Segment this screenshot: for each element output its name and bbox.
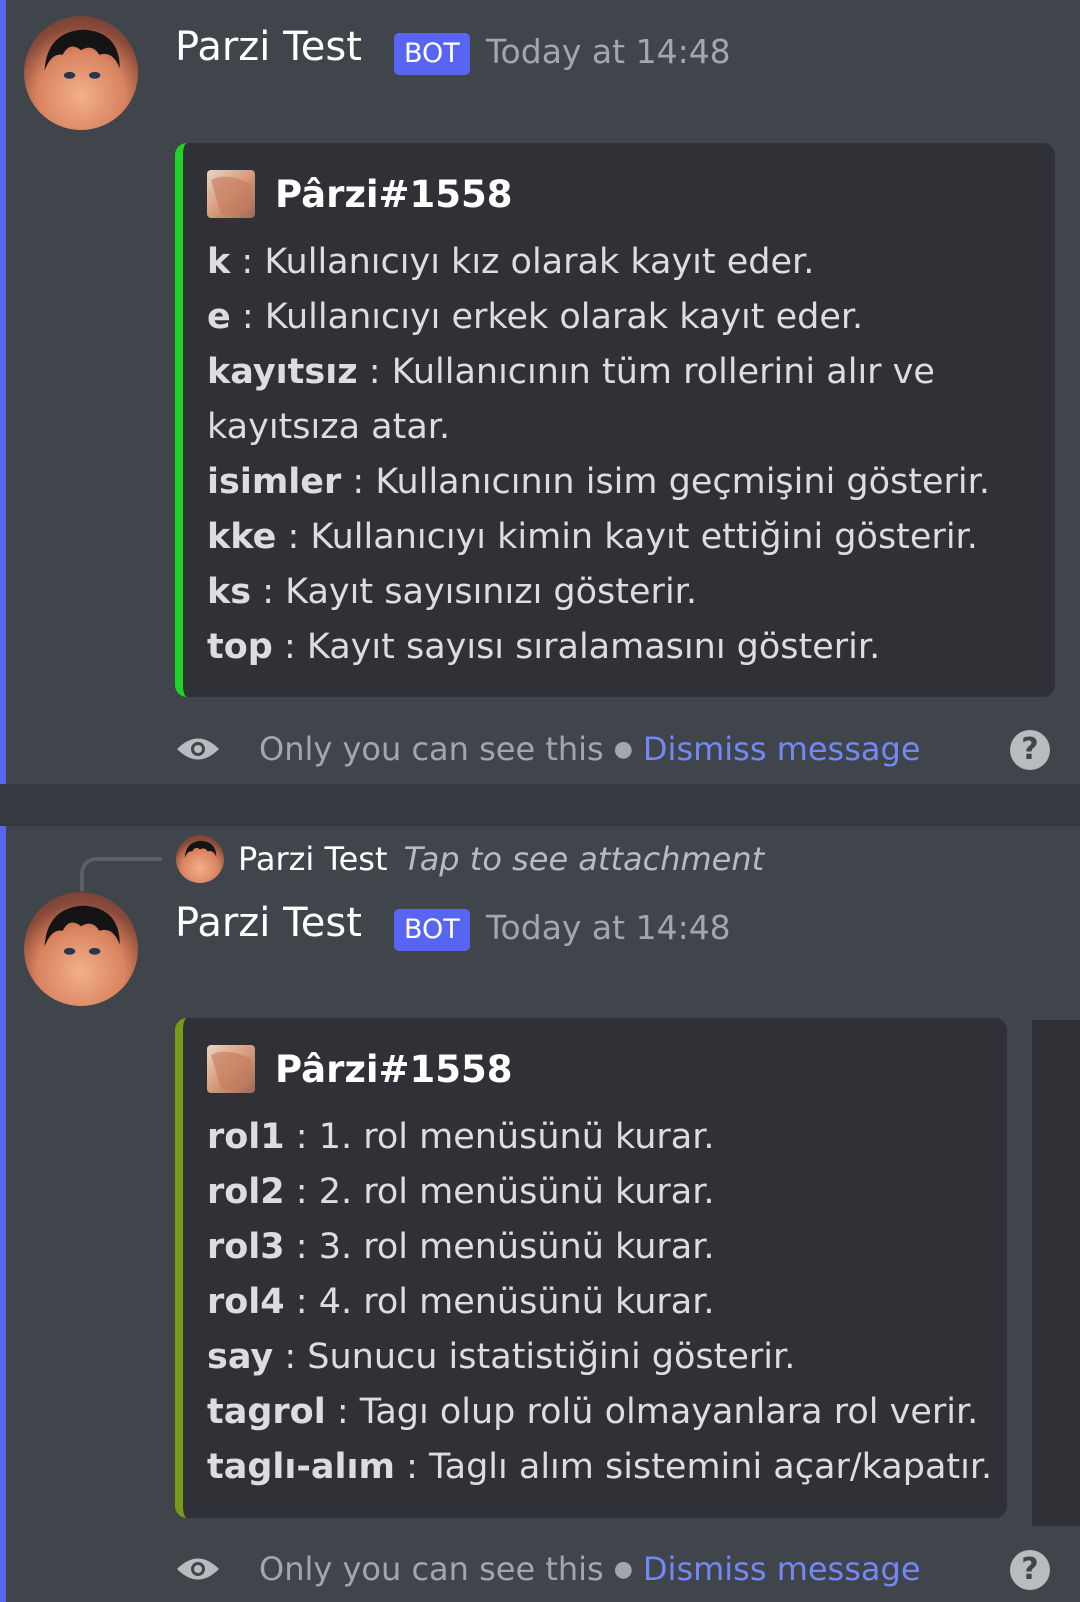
- command-name: ks: [207, 572, 252, 612]
- embed-line: isimler : Kullanıcının isim geçmişini gö…: [207, 455, 1035, 510]
- command-description: : 3. rol menüsünü kurar.: [284, 1227, 715, 1267]
- command-description: : 4. rol menüsünü kurar.: [284, 1282, 715, 1322]
- embed-line: e : Kullanıcıyı erkek olarak kayıt eder.: [207, 290, 1035, 345]
- command-description: : Taglı alım sistemini açar/kapatır.: [395, 1447, 993, 1487]
- command-name: say: [207, 1337, 274, 1377]
- embed-line: kayıtsıza atar.: [207, 400, 1035, 455]
- embed: Pârzi#1558 k : Kullanıcıyı kız olarak ka…: [175, 143, 1055, 697]
- command-description: : Kullanıcıyı kimin kayıt ettiğini göste…: [276, 517, 978, 557]
- command-description: : Kullanıcının isim geçmişini gösterir.: [341, 462, 990, 502]
- embed-line: k : Kullanıcıyı kız olarak kayıt eder.: [207, 235, 1035, 290]
- bot-tag: BOT: [394, 909, 470, 951]
- embed-line: rol3 : 3. rol menüsünü kurar.: [207, 1220, 987, 1275]
- command-name: rol2: [207, 1172, 285, 1212]
- reply-avatar: [176, 835, 224, 883]
- embed-author: Pârzi#1558: [207, 1044, 513, 1094]
- embed-line: say : Sunucu istatistiğini gösterir.: [207, 1330, 987, 1385]
- username[interactable]: Parzi Test: [175, 900, 362, 946]
- reply-attachment-text[interactable]: Tap to see attachment: [404, 840, 765, 878]
- command-name: rol3: [207, 1227, 285, 1267]
- ephemeral-text: Only you can see this: [259, 730, 604, 768]
- avatar-image: [44, 905, 120, 955]
- reply-username[interactable]: Parzi Test: [238, 840, 388, 878]
- command-description: : Tagı olup rolü olmayanlara rol verir.: [325, 1392, 979, 1432]
- separator-dot: ●: [613, 1556, 633, 1582]
- message-2: Parzi Test Tap to see attachment Parzi T…: [0, 826, 1080, 1602]
- author-avatar[interactable]: [207, 1045, 255, 1093]
- separator-dot: ●: [613, 736, 633, 762]
- command-description: : Kullanıcıyı kız olarak kayıt eder.: [230, 242, 815, 282]
- bot-tag: BOT: [394, 33, 470, 75]
- timestamp: Today at 14:48: [486, 32, 731, 71]
- ephemeral-notice: Only you can see this ● Dismiss message: [175, 724, 1055, 774]
- reply-reference[interactable]: Parzi Test Tap to see attachment: [80, 834, 765, 891]
- command-description: : 2. rol menüsünü kurar.: [284, 1172, 715, 1212]
- embed: Pârzi#1558 rol1 : 1. rol menüsünü kurar.…: [175, 1018, 1007, 1518]
- command-name: taglı-alım: [207, 1447, 396, 1487]
- command-name: kayıtsız: [207, 352, 358, 392]
- command-name: kke: [207, 517, 277, 557]
- command-description: kayıtsıza atar.: [207, 407, 451, 447]
- ephemeral-notice: Only you can see this ● Dismiss message: [175, 1544, 1055, 1594]
- help-icon[interactable]: ?: [1010, 1550, 1050, 1590]
- avatar[interactable]: [24, 16, 138, 130]
- embed-line: kke : Kullanıcıyı kimin kayıt ettiğini g…: [207, 510, 1035, 565]
- embed-author-name[interactable]: Pârzi#1558: [275, 1048, 513, 1091]
- command-description: : Kullanıcının tüm rollerini alır ve: [357, 352, 935, 392]
- embed-line: rol4 : 4. rol menüsünü kurar.: [207, 1275, 987, 1330]
- embed-line: tagrol : Tagı olup rolü olmayanlara rol …: [207, 1385, 987, 1440]
- embed-line: rol1 : 1. rol menüsünü kurar.: [207, 1110, 987, 1165]
- embed-line: kayıtsız : Kullanıcının tüm rollerini al…: [207, 345, 1035, 400]
- embed-line: top : Kayıt sayısı sıralamasını gösterir…: [207, 620, 1035, 675]
- username[interactable]: Parzi Test: [175, 24, 362, 70]
- ephemeral-accent-bar: [0, 0, 6, 784]
- side-panel-edge: [1032, 1020, 1080, 1526]
- command-name: top: [207, 627, 273, 667]
- eye-icon: [177, 1558, 219, 1580]
- command-description: : Kayıt sayısınızı gösterir.: [251, 572, 697, 612]
- ephemeral-text: Only you can see this: [259, 1550, 604, 1588]
- embed-author: Pârzi#1558: [207, 169, 513, 219]
- command-name: isimler: [207, 462, 342, 502]
- command-name: rol1: [207, 1117, 285, 1157]
- embed-description: k : Kullanıcıyı kız olarak kayıt eder. e …: [207, 235, 1035, 675]
- command-name: rol4: [207, 1282, 285, 1322]
- embed-author-name[interactable]: Pârzi#1558: [275, 173, 513, 216]
- embed-line: taglı-alım : Taglı alım sistemini açar/k…: [207, 1440, 992, 1495]
- command-description: : Kullanıcıyı erkek olarak kayıt eder.: [230, 297, 864, 337]
- dismiss-message-link[interactable]: Dismiss message: [643, 730, 921, 768]
- author-avatar[interactable]: [207, 170, 255, 218]
- embed-description: rol1 : 1. rol menüsünü kurar. rol2 : 2. r…: [207, 1110, 992, 1495]
- command-description: : 1. rol menüsünü kurar.: [284, 1117, 715, 1157]
- avatar-image: [44, 29, 120, 79]
- command-description: : Sunucu istatistiğini gösterir.: [273, 1337, 796, 1377]
- eye-icon: [177, 738, 219, 760]
- embed-line: rol2 : 2. rol menüsünü kurar.: [207, 1165, 987, 1220]
- ephemeral-accent-bar: [0, 826, 6, 1602]
- avatar[interactable]: [24, 892, 138, 1006]
- command-name: e: [207, 297, 231, 337]
- timestamp: Today at 14:48: [486, 908, 731, 947]
- help-icon[interactable]: ?: [1010, 730, 1050, 770]
- message-divider: [0, 784, 1080, 826]
- command-description: : Kayıt sayısı sıralamasını gösterir.: [272, 627, 881, 667]
- reply-connector: [80, 857, 162, 891]
- dismiss-message-link[interactable]: Dismiss message: [643, 1550, 921, 1588]
- command-name: tagrol: [207, 1392, 326, 1432]
- message-1: Parzi Test BOT Today at 14:48 Pârzi#1558…: [0, 0, 1080, 784]
- command-name: k: [207, 242, 231, 282]
- embed-line: ks : Kayıt sayısınızı gösterir.: [207, 565, 1035, 620]
